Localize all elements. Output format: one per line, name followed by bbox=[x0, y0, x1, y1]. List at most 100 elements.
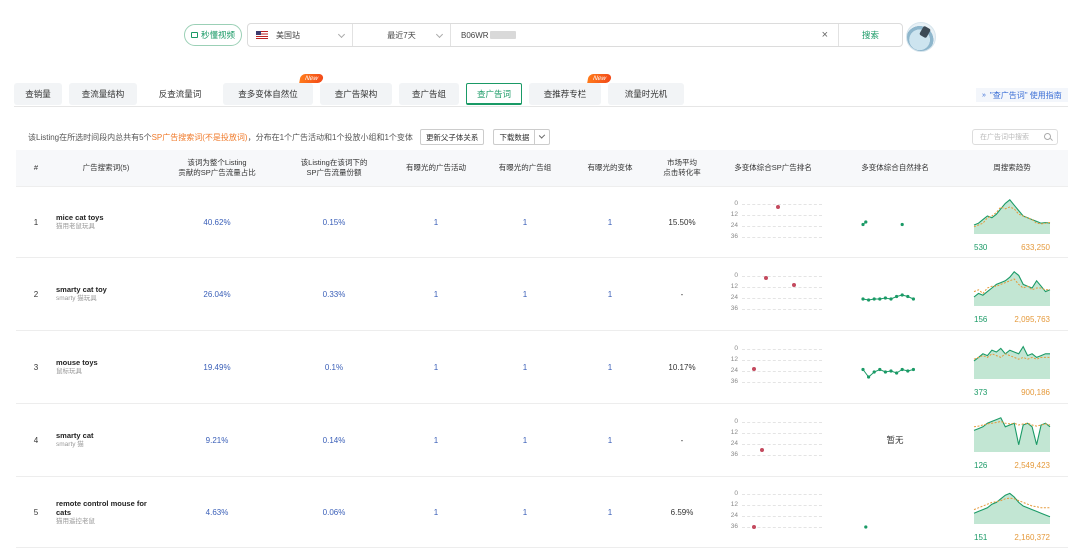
column-header[interactable]: 有曝光的广告活动 bbox=[390, 163, 482, 173]
natural-rank-cell bbox=[834, 342, 956, 392]
rank-gridline bbox=[742, 298, 822, 299]
column-header[interactable]: 多变体综合SP广告排名 bbox=[712, 163, 834, 173]
summary-text-after: ，分布在1个广告活动和1个投放小组和1个变体 bbox=[247, 132, 413, 142]
traffic-share-word-cell: 0.14% bbox=[278, 436, 390, 445]
tab-label: 查流量结构 bbox=[81, 89, 125, 99]
date-range-select[interactable]: 最近7天 bbox=[353, 24, 451, 46]
column-header[interactable]: 周搜索趋势 bbox=[956, 163, 1068, 173]
chevron-down-icon bbox=[435, 30, 444, 39]
tab-1[interactable]: 查销量 bbox=[14, 83, 62, 105]
natural-rank-point bbox=[872, 370, 876, 374]
natural-rank-line bbox=[862, 294, 914, 301]
conversion-rate: 15.50% bbox=[668, 217, 696, 227]
column-header[interactable]: 广告搜索词(5) bbox=[56, 163, 156, 173]
natural-rank-chart bbox=[861, 367, 915, 379]
natural-rank-point bbox=[906, 369, 910, 373]
table-row[interactable]: 3 mouse toys 鼠标玩具 19.49% 0.1% 1 1 1 10.17% 0 12 24 3… bbox=[16, 331, 1068, 404]
tab-2[interactable]: 查流量结构 bbox=[69, 83, 137, 105]
avatar[interactable] bbox=[906, 22, 936, 52]
campaign-count: 1 bbox=[433, 289, 439, 299]
column-header[interactable]: # bbox=[16, 163, 56, 173]
traffic-share-word: 0.14% bbox=[322, 435, 346, 445]
conversion-rate-cell: 6.59% bbox=[652, 508, 712, 517]
table-row[interactable]: 5 remote control mouse for cats 猫用遥控老鼠 4.63… bbox=[16, 477, 1068, 548]
usage-guide-link[interactable]: » "查广告词" 使用指南 bbox=[976, 88, 1068, 102]
variant-count: 1 bbox=[607, 362, 613, 372]
keyword-cn: smarty 猫 bbox=[56, 441, 84, 448]
tab-label: 反查流量词 bbox=[158, 89, 202, 99]
trend-svg bbox=[973, 271, 1051, 306]
adgroup-count: 1 bbox=[522, 435, 528, 445]
tab-3[interactable]: 反查流量词 bbox=[144, 83, 216, 105]
tab-5[interactable]: 查广告架构 bbox=[320, 83, 392, 105]
natural-rank-point bbox=[861, 297, 865, 301]
natural-rank-chart bbox=[861, 220, 904, 227]
variant-count: 1 bbox=[607, 289, 613, 299]
row-number: 1 bbox=[33, 217, 39, 227]
tab-6[interactable]: 查广告组 bbox=[399, 83, 459, 105]
campaign-count-cell: 1 bbox=[390, 508, 482, 517]
search-trend-chart: 530 633,250 bbox=[972, 192, 1052, 252]
sp-rank-cell: 0 12 24 36 bbox=[712, 488, 834, 536]
tab-label: 查多变体自然位 bbox=[238, 89, 298, 99]
tab-label: 查销量 bbox=[25, 89, 51, 99]
campaign-count-cell: 1 bbox=[390, 436, 482, 445]
tab-8[interactable]: 查推荐专栏 New bbox=[529, 74, 612, 105]
row-number: 4 bbox=[33, 435, 39, 445]
column-header[interactable]: 多变体综合自然排名 bbox=[834, 163, 956, 173]
rank-tick-label: 36 bbox=[730, 451, 738, 458]
search-button[interactable]: 搜索 bbox=[838, 24, 902, 46]
video-tutorial-button[interactable]: 秒懂视频 bbox=[184, 24, 242, 46]
table-row[interactable]: 4 smarty cat smarty 猫 9.21% 0.14% 1 1 1 - 0 12 24 36… bbox=[16, 404, 1068, 477]
column-header[interactable]: 该词为整个Listing 贡献的SP广告流量占比 bbox=[156, 158, 278, 178]
rank-gridline bbox=[742, 444, 822, 445]
download-dropdown-button[interactable] bbox=[534, 129, 551, 145]
sp-rank-chart: 0 12 24 36 bbox=[726, 198, 826, 246]
adgroup-count-cell: 1 bbox=[482, 436, 568, 445]
us-flag-icon bbox=[256, 31, 268, 39]
tab-label: 查广告架构 bbox=[334, 89, 378, 99]
rank-gridline bbox=[742, 422, 822, 423]
table-row[interactable]: 2 smarty cat toy smarty 猫玩具 26.04% 0.33% 1 1 1 -… bbox=[16, 258, 1068, 331]
tab-7[interactable]: 查广告词 bbox=[466, 83, 522, 105]
keyword-en[interactable]: smarty cat bbox=[56, 431, 156, 440]
marketplace-select[interactable]: 美国站 bbox=[248, 24, 353, 46]
rank-gridline bbox=[742, 276, 822, 277]
rank-tick-label: 24 bbox=[730, 440, 738, 447]
traffic-share-total: 19.49% bbox=[203, 362, 231, 372]
download-button[interactable]: 下载数据 bbox=[493, 129, 535, 145]
conversion-rate: - bbox=[680, 435, 684, 445]
clear-icon[interactable]: × bbox=[822, 29, 828, 41]
variant-count-cell: 1 bbox=[568, 218, 652, 227]
variant-count-cell: 1 bbox=[568, 508, 652, 517]
natural-rank-point bbox=[889, 297, 893, 301]
rank-dot bbox=[764, 275, 768, 280]
keyword-en[interactable]: smarty cat toy bbox=[56, 285, 156, 294]
column-header[interactable]: 有曝光的广告组 bbox=[482, 163, 568, 173]
natural-rank-chart bbox=[861, 293, 915, 302]
tab-4[interactable]: 查多变体自然位 New bbox=[223, 74, 324, 105]
column-header[interactable]: 市场平均 点击转化率 bbox=[652, 158, 712, 178]
conversion-rate-cell: 15.50% bbox=[652, 218, 712, 227]
column-header[interactable]: 该Listing在该词下的 SP广告流量份额 bbox=[278, 158, 390, 178]
rank-tick-label: 24 bbox=[730, 294, 738, 301]
natural-rank-point bbox=[895, 294, 899, 299]
campaign-count: 1 bbox=[433, 435, 439, 445]
variant-count: 1 bbox=[607, 435, 613, 445]
tab-divider bbox=[14, 106, 1068, 107]
keyword-search-input[interactable]: 在广告词中搜索 bbox=[972, 129, 1058, 145]
table-row[interactable]: 1 mice cat toys 猫用老鼠玩具 40.62% 0.15% 1 1 1 15.50%… bbox=[16, 187, 1068, 258]
keyword-en[interactable]: remote control mouse for cats bbox=[56, 499, 156, 517]
asin-input[interactable]: B06WR × bbox=[451, 24, 838, 46]
tab-9[interactable]: 流量时光机 bbox=[608, 83, 684, 105]
natural-rank-point bbox=[864, 220, 868, 224]
keyword-en[interactable]: mice cat toys bbox=[56, 213, 156, 222]
update-parent-child-button[interactable]: 更新父子体关系 bbox=[419, 129, 485, 145]
conversion-rate: 10.17% bbox=[668, 362, 696, 372]
variant-count: 1 bbox=[607, 507, 613, 517]
keyword-en[interactable]: mouse toys bbox=[56, 358, 156, 367]
row-number-cell: 3 bbox=[16, 363, 56, 372]
sp-rank-cell: 0 12 24 36 bbox=[712, 416, 834, 464]
column-header[interactable]: 有曝光的变体 bbox=[568, 163, 652, 173]
double-chevron-icon: » bbox=[982, 91, 986, 99]
